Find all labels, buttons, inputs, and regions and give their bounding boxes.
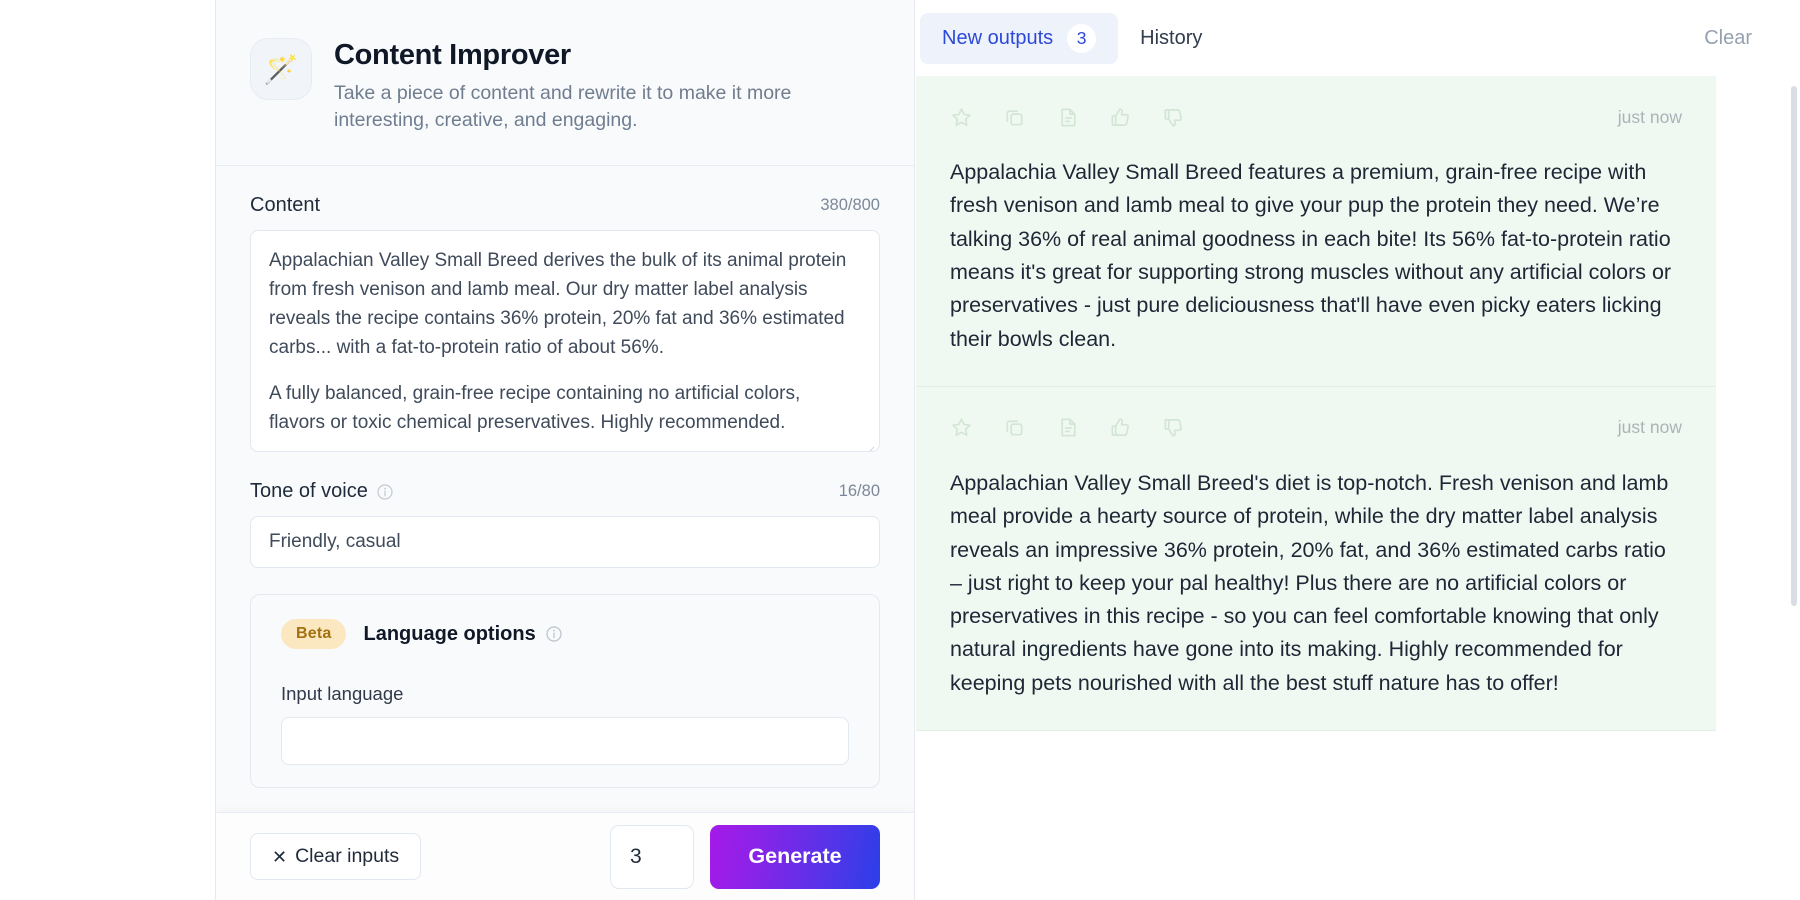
magic-wand-icon: 🪄 [250,38,312,100]
magic-wand-glyph: 🪄 [264,53,299,86]
resize-handle-icon[interactable] [863,436,875,448]
tone-input[interactable]: Friendly, casual [250,516,880,568]
form-body: Content 380/800 Appalachian Valley Small… [216,166,914,812]
thumbs-up-icon[interactable] [1109,416,1132,439]
new-outputs-count-badge: 3 [1067,24,1096,53]
close-x-icon: ✕ [272,848,287,866]
tab-new-outputs[interactable]: New outputs 3 [920,13,1118,64]
outputs-list: just now Appalachia Valley Small Breed f… [916,76,1800,900]
content-label: Content [250,194,320,217]
tone-label: Tone of voice [250,480,393,503]
output-card: just now Appalachian Valley Small Breed'… [916,387,1716,731]
document-icon[interactable] [1056,106,1079,129]
output-text: Appalachian Valley Small Breed's diet is… [950,467,1682,700]
content-field-header: Content 380/800 [250,194,880,217]
clear-inputs-label: Clear inputs [295,845,399,868]
copy-icon[interactable] [1003,416,1026,439]
output-card-actions: just now [950,409,1682,447]
output-count-value: 3 [630,845,642,869]
generate-button[interactable]: Generate [710,825,880,889]
language-options-card: Beta Language options Input language [250,594,880,788]
tab-new-outputs-label: New outputs [942,27,1053,50]
language-options-header: Beta Language options [281,619,849,649]
thumbs-up-icon[interactable] [1109,106,1132,129]
outputs-panel: New outputs 3 History Clear [916,0,1800,900]
thumbs-down-icon[interactable] [1162,416,1185,439]
info-icon[interactable] [377,484,393,500]
outputs-scrollbar-thumb[interactable] [1791,86,1797,606]
language-options-title: Language options [363,623,561,646]
document-icon[interactable] [1056,416,1079,439]
clear-inputs-button[interactable]: ✕ Clear inputs [250,833,421,880]
output-text: Appalachia Valley Small Breed features a… [950,156,1682,356]
tab-history-label: History [1140,27,1202,50]
tone-input-value: Friendly, casual [269,531,401,553]
page-title: Content Improver [334,38,834,73]
info-icon[interactable] [546,626,562,642]
output-card: just now Appalachia Valley Small Breed f… [916,76,1716,387]
tone-char-count: 16/80 [839,482,880,501]
tone-field-header: Tone of voice 16/80 [250,480,880,503]
star-icon[interactable] [950,106,973,129]
outputs-header: New outputs 3 History Clear [916,0,1800,76]
input-language-label: Input language [281,683,849,705]
star-icon[interactable] [950,416,973,439]
output-count-input[interactable]: 3 [610,825,694,889]
tool-description: Take a piece of content and rewrite it t… [334,80,834,135]
beta-badge: Beta [281,619,346,649]
tone-label-text: Tone of voice [250,480,368,503]
form-action-bar: ✕ Clear inputs 3 Generate [216,812,914,900]
output-timestamp: just now [1618,417,1682,438]
app-root: 🪄 Content Improver Take a piece of conte… [0,0,1800,900]
input-language-select[interactable] [281,717,849,765]
language-options-title-text: Language options [363,623,535,646]
tool-header: 🪄 Content Improver Take a piece of conte… [216,0,914,166]
thumbs-down-icon[interactable] [1162,106,1185,129]
content-textarea[interactable]: Appalachian Valley Small Breed derives t… [250,230,880,452]
generate-button-label: Generate [748,844,841,869]
generate-controls: 3 Generate [610,825,880,889]
tool-form-panel: 🪄 Content Improver Take a piece of conte… [215,0,915,900]
content-paragraph-1: Appalachian Valley Small Breed derives t… [269,247,861,363]
content-char-count: 380/800 [820,196,880,215]
copy-icon[interactable] [1003,106,1026,129]
tab-history[interactable]: History [1118,16,1224,61]
clear-outputs-button[interactable]: Clear [1704,27,1770,50]
tool-header-text: Content Improver Take a piece of content… [334,38,834,135]
content-paragraph-2: A fully balanced, grain-free recipe cont… [269,380,861,438]
output-card-actions: just now [950,98,1682,136]
output-timestamp: just now [1618,107,1682,128]
